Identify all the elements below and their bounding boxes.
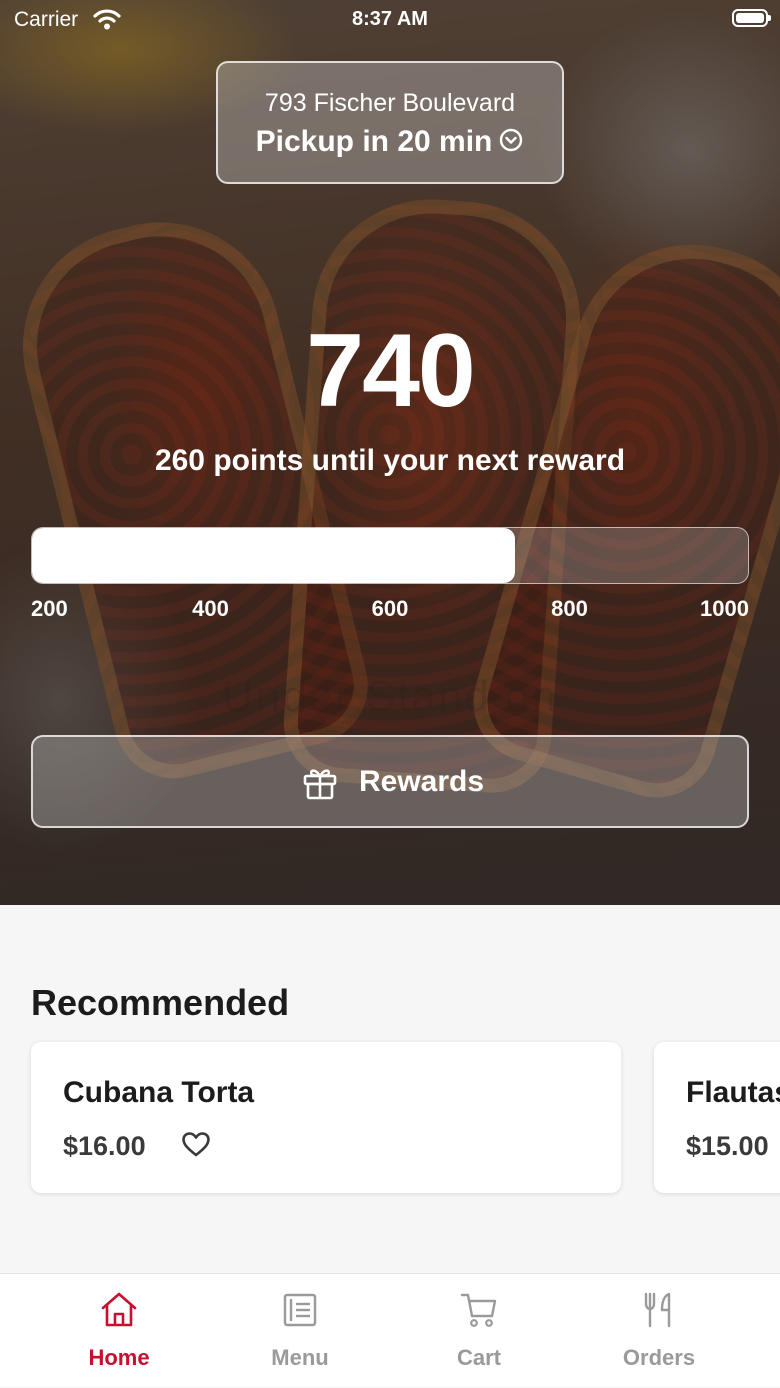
rewards-label: Rewards (359, 765, 485, 798)
tab-home[interactable]: Home (29, 1274, 209, 1388)
tab-bar: Home Menu Cart Orders (0, 1273, 780, 1387)
item-price: $15.00 (686, 1131, 769, 1161)
tab-cart[interactable]: Cart (389, 1274, 569, 1388)
utensils-icon (644, 1292, 671, 1328)
progress-tick-label: 200 (31, 596, 68, 621)
recommended-card-flautas[interactable]: Flautas $15.00 (654, 1042, 780, 1193)
rewards-button[interactable]: Rewards (31, 735, 749, 828)
tab-orders[interactable]: Orders (569, 1274, 749, 1388)
recommended-card-cubana-torta[interactable]: Cubana Torta $16.00 (31, 1042, 621, 1193)
item-name: Cubana Torta (63, 1076, 255, 1109)
progress-tick-label: 600 (371, 596, 409, 621)
pickup-location-selector[interactable]: 793 Fischer Boulevard Pickup in 20 min (216, 61, 564, 184)
item-name: Flautas (686, 1076, 780, 1109)
gift-icon (303, 769, 337, 800)
battery-icon (732, 9, 771, 27)
cart-icon (460, 1293, 497, 1327)
status-bar: Carrier 8:37 AM (0, 0, 780, 40)
progress-tick-label: 1000 (700, 596, 749, 621)
progress-tick-label: 400 (192, 596, 229, 621)
points-caption: 260 points until your next reward (154, 444, 626, 477)
tab-orders-label: Orders (622, 1345, 696, 1370)
item-price: $16.00 (63, 1131, 146, 1161)
tab-menu-label: Menu (271, 1345, 329, 1370)
tab-cart-label: Cart (456, 1345, 501, 1370)
points-progress-bar (31, 527, 749, 584)
progress-tick-label: 800 (551, 596, 588, 621)
chevron-down-icon (500, 128, 523, 152)
watermark-text: Under Stand on (221, 672, 559, 721)
heart-icon[interactable] (181, 1130, 211, 1160)
tab-menu[interactable]: Menu (210, 1274, 390, 1388)
recommended-title: Recommended (31, 982, 290, 1023)
location-address: 793 Fischer Boulevard (264, 89, 516, 117)
pickup-time: Pickup in 20 min (218, 125, 562, 159)
tab-home-label: Home (88, 1345, 150, 1370)
clock-time: 8:37 AM (352, 8, 428, 30)
points-balance: 740 (306, 313, 476, 429)
home-icon (101, 1292, 137, 1327)
points-progress-fill (32, 528, 516, 583)
pickup-time-label: Pickup in 20 min (255, 125, 493, 158)
menu-icon (283, 1293, 317, 1327)
